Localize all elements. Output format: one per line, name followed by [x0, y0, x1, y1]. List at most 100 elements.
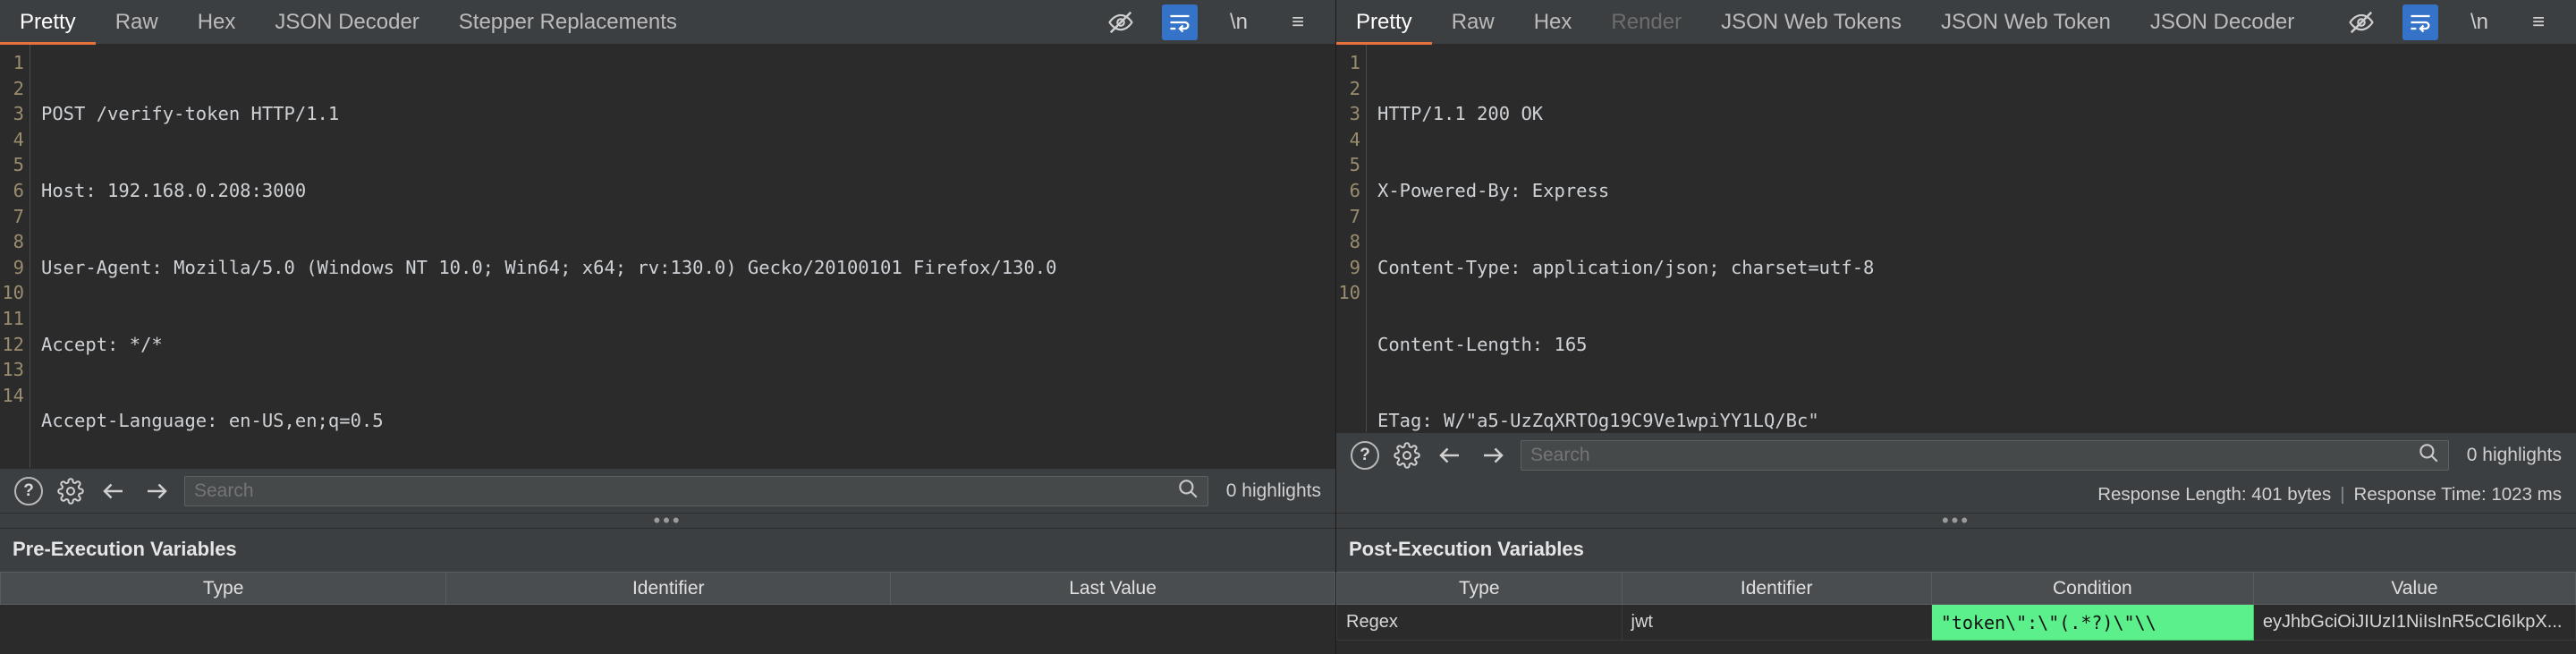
eye-slash-icon[interactable] [2343, 4, 2379, 40]
request-searchbar: ? Search 0 highlights [0, 468, 1335, 513]
back-arrow-icon[interactable] [1435, 440, 1465, 471]
response-code-area[interactable]: 1 2 3 4 5 6 7 8 9 10 HTTP/1.1 200 OK X-P… [1336, 45, 2576, 432]
line-number: 6 [13, 179, 24, 201]
tab-response-json-decoder[interactable]: JSON Decoder [2131, 2, 2314, 46]
code-line: Content-Type: application/json; charset=… [1377, 256, 1875, 278]
word-wrap-icon[interactable] [2402, 4, 2438, 40]
cell-condition[interactable]: "token\":\"(.*?)\"\\ [1930, 604, 2254, 641]
gear-icon[interactable] [55, 476, 86, 506]
newline-label: \n [2470, 9, 2488, 34]
column-header-identifier[interactable]: Identifier [445, 572, 892, 605]
column-header-condition[interactable]: Condition [1930, 572, 2254, 605]
code-line: Host: 192.168.0.208:3000 [41, 179, 307, 201]
hamburger-menu-icon[interactable]: ≡ [2521, 4, 2556, 40]
tab-label: JSON Decoder [275, 9, 419, 34]
column-header-value[interactable]: Value [2252, 572, 2576, 605]
code-line: Content-Length: 165 [1377, 333, 1588, 355]
column-header-type[interactable]: Type [0, 572, 447, 605]
pre-execution-variables-empty-body [0, 605, 1335, 654]
cell-identifier[interactable]: jwt [1621, 604, 1932, 641]
response-highlights-count: 0 highlights [2466, 444, 2562, 465]
response-tabs: Pretty Raw Hex Render JSON Web Tokens JS… [1336, 0, 2314, 46]
tab-label: Raw [1451, 9, 1495, 34]
response-time-label: Response Time: [2353, 484, 2487, 505]
request-splitter-handle[interactable]: ••• [0, 509, 1335, 531]
tab-label: Pretty [20, 9, 76, 34]
code-line: User-Agent: Mozilla/5.0 (Windows NT 10.0… [41, 256, 1057, 278]
line-number: 9 [1349, 256, 1360, 278]
line-number: 2 [1349, 77, 1360, 99]
column-header-type[interactable]: Type [1336, 572, 1623, 605]
tab-request-raw[interactable]: Raw [96, 2, 178, 46]
response-code-lines: HTTP/1.1 200 OK X-Powered-By: Express Co… [1367, 45, 2576, 432]
column-header-identifier[interactable]: Identifier [1621, 572, 1932, 605]
tab-request-json-decoder[interactable]: JSON Decoder [255, 2, 438, 46]
line-number: 3 [1349, 103, 1360, 125]
tab-label: Render [1611, 9, 1682, 34]
word-wrap-icon[interactable] [1162, 4, 1198, 40]
gear-icon[interactable] [1392, 440, 1422, 471]
tab-response-raw[interactable]: Raw [1432, 2, 1514, 46]
request-tabbar-actions: \n ≡ [1103, 0, 1335, 44]
meta-separator: | [2340, 484, 2345, 505]
line-number: 11 [2, 307, 24, 329]
tab-response-json-web-tokens[interactable]: JSON Web Tokens [1701, 2, 1921, 46]
tab-request-stepper-replacements[interactable]: Stepper Replacements [439, 2, 697, 46]
pre-execution-variables-table: Type Identifier Last Value [0, 572, 1335, 605]
forward-arrow-icon[interactable] [141, 476, 172, 506]
line-number: 12 [2, 333, 24, 355]
tab-request-hex[interactable]: Hex [178, 2, 256, 46]
table-header-row: Type Identifier Condition Value [1336, 572, 2576, 605]
line-number: 4 [13, 128, 24, 150]
column-header-last-value[interactable]: Last Value [890, 572, 1335, 605]
search-input[interactable] [184, 475, 1208, 506]
response-splitter-handle[interactable]: ••• [1336, 509, 2576, 531]
line-number: 14 [2, 384, 24, 406]
tab-label: JSON Decoder [2149, 9, 2295, 34]
cell-type[interactable]: Regex [1336, 604, 1623, 641]
line-number: 10 [1338, 282, 1360, 304]
table-header-row: Type Identifier Last Value [0, 572, 1335, 605]
response-tabbar: Pretty Raw Hex Render JSON Web Tokens JS… [1336, 0, 2576, 46]
code-line: HTTP/1.1 200 OK [1377, 103, 1544, 125]
tab-label: Hex [1533, 9, 1572, 34]
code-line: POST /verify-token HTTP/1.1 [41, 103, 340, 125]
back-arrow-icon[interactable] [98, 476, 129, 506]
http-message-viewer: Pretty Raw Hex JSON Decoder Stepper Repl… [0, 0, 2576, 654]
request-line-numbers: 1 2 3 4 5 6 7 8 9 10 11 12 13 14 [0, 45, 30, 468]
tab-response-render[interactable]: Render [1591, 2, 1701, 46]
table-row[interactable]: Regex jwt "token\":\"(.*?)\"\\ eyJhbGciO… [1336, 604, 2576, 641]
request-code-lines: POST /verify-token HTTP/1.1 Host: 192.16… [30, 45, 1335, 468]
hamburger-menu-icon[interactable]: ≡ [1280, 4, 1316, 40]
response-searchbar: ? Search 0 highlights [1336, 432, 2576, 477]
help-icon[interactable]: ? [1351, 440, 1379, 470]
line-number: 5 [1349, 154, 1360, 176]
tab-response-json-web-token[interactable]: JSON Web Token [1921, 2, 2131, 46]
code-line: X-Powered-By: Express [1377, 179, 1610, 201]
response-length-label: Response Length: [2097, 484, 2247, 505]
request-code-area[interactable]: 1 2 3 4 5 6 7 8 9 10 11 12 13 14 POST /v… [0, 45, 1335, 468]
help-icon[interactable]: ? [14, 476, 43, 505]
tab-request-pretty[interactable]: Pretty [0, 2, 96, 46]
forward-arrow-icon[interactable] [1478, 440, 1508, 471]
line-number: 8 [13, 231, 24, 253]
newline-label: \n [1229, 9, 1248, 34]
code-line: Accept: */* [41, 333, 163, 355]
cell-value[interactable]: eyJhbGciOiJIUzI1NiIsInR5cCI6IkpX... [2252, 604, 2576, 641]
code-line: ETag: W/"a5-UzZqXRTOg19C9Ve1wpiYY1LQ/Bc" [1377, 410, 1819, 432]
post-execution-variables-title: Post-Execution Variables [1349, 538, 1584, 560]
response-tabbar-actions: \n ≡ [2343, 0, 2576, 44]
eye-slash-icon[interactable] [1103, 4, 1139, 40]
tab-response-hex[interactable]: Hex [1514, 2, 1592, 46]
pre-execution-variables-section: Pre-Execution Variables Type Identifier … [0, 529, 1335, 654]
post-execution-variables-table: Type Identifier Condition Value Regex jw… [1336, 572, 2576, 641]
response-panel: Pretty Raw Hex Render JSON Web Tokens JS… [1336, 0, 2576, 654]
newline-icon[interactable]: \n [2462, 4, 2497, 40]
newline-icon[interactable]: \n [1221, 4, 1257, 40]
response-meta-bar: Response Length: 401 bytes | Response Ti… [1336, 477, 2576, 513]
tab-label: Hex [197, 9, 236, 34]
search-input[interactable] [1521, 439, 2449, 471]
tab-response-pretty[interactable]: Pretty [1336, 2, 1432, 46]
line-number: 10 [2, 282, 24, 304]
pre-execution-variables-title: Pre-Execution Variables [13, 538, 237, 560]
